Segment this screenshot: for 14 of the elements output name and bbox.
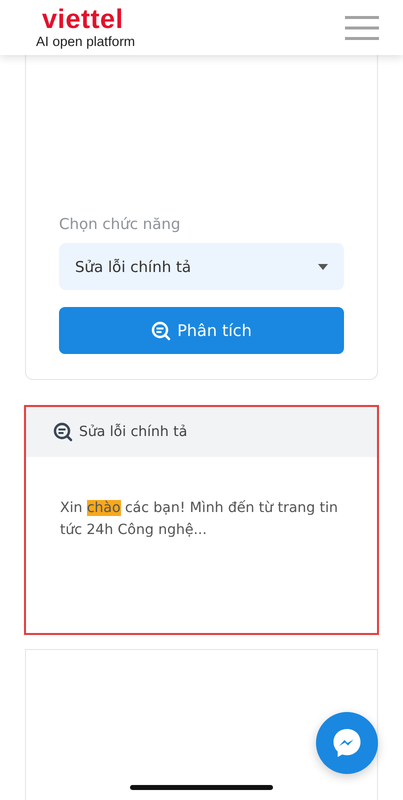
menu-icon	[345, 16, 379, 40]
logo[interactable]: viettel	[42, 5, 124, 33]
result-text: Xin chào các bạn! Mình đến từ trang tin tức 24h Công nghệ...	[60, 499, 339, 540]
menu-button[interactable]	[345, 14, 379, 40]
result-title: Sửa lỗi chính tả	[79, 424, 188, 440]
analyze-button[interactable]: Phân tích	[59, 307, 344, 354]
tagline: AI open platform	[36, 33, 136, 50]
field-label: Chọn chức năng	[59, 215, 182, 233]
caret-icon	[318, 264, 328, 270]
search-icon	[151, 320, 172, 340]
messenger-button[interactable]	[316, 712, 378, 774]
search-icon	[53, 422, 73, 442]
function-select[interactable]: Sửa lỗi chính tả	[59, 243, 344, 290]
chat-icon	[331, 727, 363, 759]
